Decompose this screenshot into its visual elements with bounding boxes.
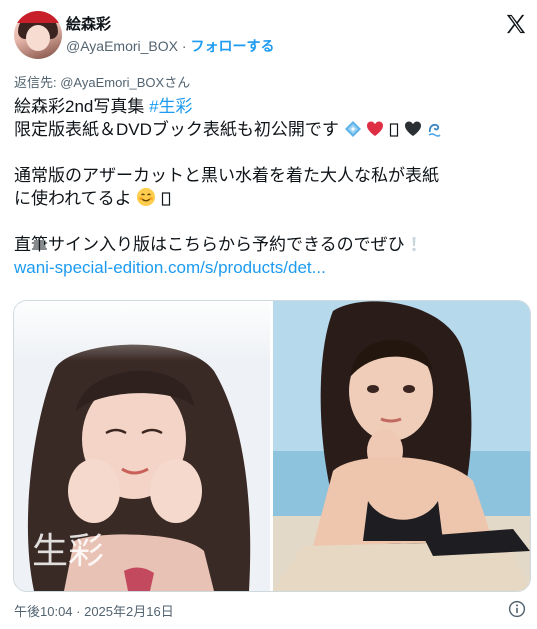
author-handle-row: @AyaEmori_BOX · フォローする bbox=[66, 36, 274, 56]
photo-right-image bbox=[273, 301, 530, 591]
photo-right[interactable] bbox=[273, 301, 530, 591]
photo-left[interactable]: 生彩 bbox=[14, 301, 270, 591]
blue-diamond-emoji-icon bbox=[344, 121, 361, 137]
smiling-face-emoji-icon bbox=[137, 188, 156, 206]
tweet-line-2: 限定版表紙＆DVDブック表紙も初公開です bbox=[14, 118, 526, 141]
avatar-face bbox=[26, 25, 50, 51]
tweet-embed: 絵森彩 @AyaEmori_BOX · フォローする 返信先: @AyaEmor… bbox=[0, 0, 537, 629]
hashtag-link[interactable]: #生彩 bbox=[149, 97, 192, 116]
missing-glyph-icon bbox=[162, 192, 171, 206]
tweet-line-4: に使われてるよ bbox=[14, 187, 526, 210]
tweet-text-4: に使われてるよ bbox=[14, 189, 132, 208]
follow-button[interactable]: フォローする bbox=[190, 38, 274, 54]
tweet-text-1: 絵森彩2nd写真集 bbox=[14, 97, 150, 116]
tweet-line-6: wani-special-edition.com/s/products/det.… bbox=[14, 256, 526, 279]
product-link[interactable]: wani-special-edition.com/s/products/det.… bbox=[14, 258, 326, 277]
wave-emoji-icon bbox=[428, 123, 441, 137]
photo-left-image: 生彩 bbox=[14, 301, 270, 591]
exclamation-emoji-icon bbox=[412, 237, 417, 252]
handle-separator: · bbox=[178, 38, 191, 54]
tweet-text-5: 直筆サイン入り版はこちらから予約できるのでぜひ bbox=[14, 235, 405, 254]
avatar-hat bbox=[16, 11, 60, 23]
reply-to: 返信先: @AyaEmori_BOXさん bbox=[14, 75, 191, 90]
missing-glyph-icon bbox=[390, 123, 399, 137]
tweet-text-2: 限定版表紙＆DVDブック表紙も初公開です bbox=[14, 120, 339, 139]
tweet-text-3: 通常版のアザーカットと黒い水着を着た大人な私が表紙 bbox=[14, 166, 439, 185]
tweet-line-5: 直筆サイン入り版はこちらから予約できるのでぜひ bbox=[14, 233, 526, 256]
timestamp[interactable]: 午後10:04 · 2025年2月16日 bbox=[14, 601, 174, 620]
photo-left-title-text: 生彩 bbox=[32, 531, 104, 572]
tweet-text: 絵森彩2nd写真集 #生彩 限定版表紙＆DVDブック表紙も初公開です 通常版のア… bbox=[14, 95, 526, 279]
avatar[interactable] bbox=[14, 11, 62, 59]
tweet-line-1: 絵森彩2nd写真集 #生彩 bbox=[14, 95, 526, 118]
info-icon[interactable] bbox=[508, 600, 526, 618]
red-heart-emoji-icon bbox=[367, 121, 384, 136]
tweet-line-3: 通常版のアザーカットと黒い水着を着た大人な私が表紙 bbox=[14, 164, 526, 187]
x-logo-icon[interactable] bbox=[505, 13, 527, 35]
author-handle[interactable]: @AyaEmori_BOX bbox=[66, 38, 178, 54]
media-grid: 生彩 bbox=[13, 300, 531, 592]
author-name[interactable]: 絵森彩 bbox=[66, 13, 111, 34]
black-heart-emoji-icon bbox=[404, 121, 421, 136]
